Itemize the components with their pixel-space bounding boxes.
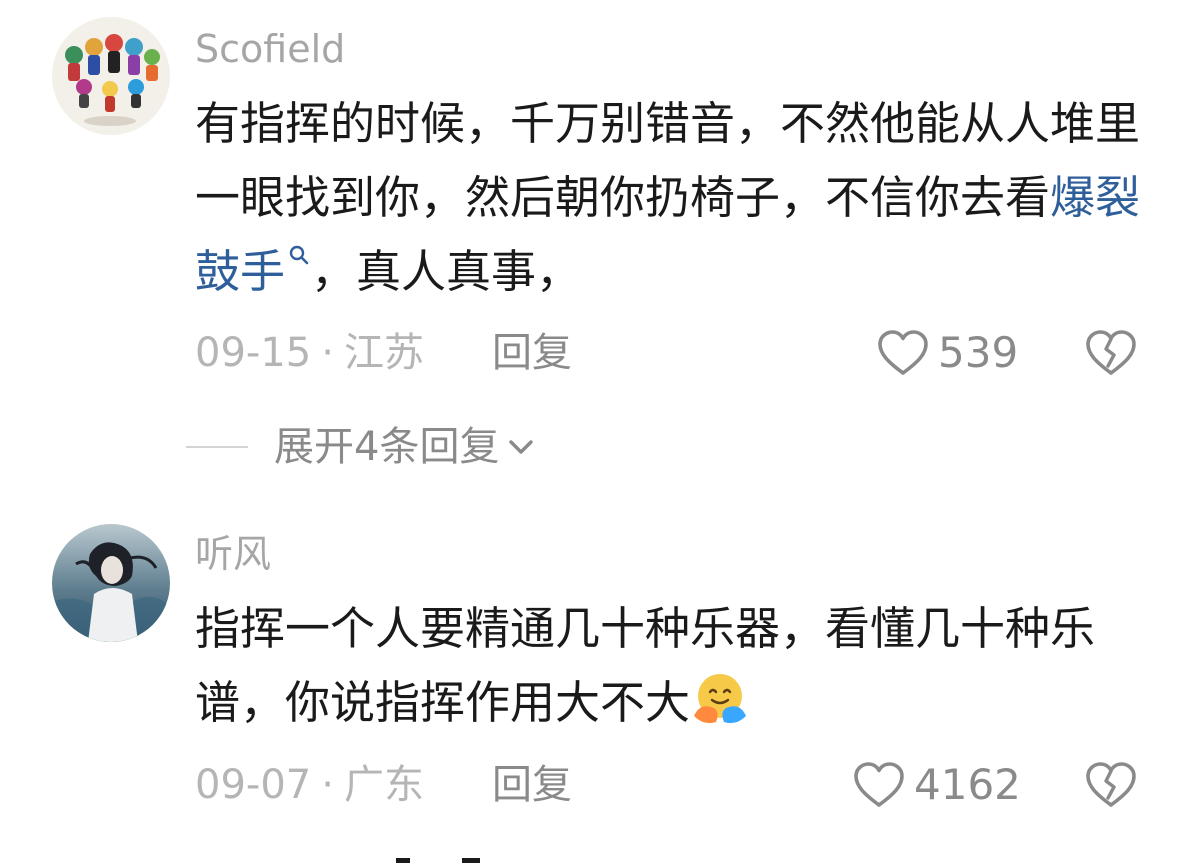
like-button[interactable]: 539: [876, 328, 1018, 378]
reply-button[interactable]: 回复: [492, 333, 572, 373]
expand-replies-button[interactable]: 展开4条回复: [186, 425, 535, 469]
search-icon: [289, 245, 309, 265]
comment-item: Scofield 有指挥的时候，千万别错音，不然他能从人堆里一眼找到你，然后朝你…: [0, 0, 1200, 420]
hugging-face-emoji: [694, 674, 747, 724]
broken-heart-icon: [1086, 762, 1136, 807]
expand-replies-label[interactable]: 展开4条回复: [274, 427, 499, 467]
comment-location: 江苏: [343, 330, 424, 376]
heart-icon: [854, 762, 904, 807]
divider-line: [186, 446, 248, 448]
like-count: 4162: [914, 760, 1021, 809]
comment-text: 有指挥的时候，千万别错音，不然他能从人堆里一眼找到你，然后朝你扔椅子，不信你去看…: [195, 87, 1155, 309]
comment-meta: 09-15 · 江苏: [195, 333, 424, 373]
next-comment-peek: [0, 848, 1200, 863]
chevron-down-icon: [509, 440, 534, 454]
comment-text-part: 指挥一个人要精通几十种乐器，看懂几十种乐谱，你说指挥作用大不大: [195, 602, 1096, 729]
reply-button[interactable]: 回复: [492, 765, 572, 805]
comment-text: 指挥一个人要精通几十种乐器，看懂几十种乐谱，你说指挥作用大不大: [195, 592, 1155, 740]
meta-separator: ·: [321, 330, 334, 376]
like-button[interactable]: 4162: [852, 760, 1021, 810]
comment-meta: 09-07 · 广东: [195, 765, 424, 805]
broken-heart-icon: [1086, 330, 1136, 375]
username[interactable]: 听风: [195, 535, 271, 573]
username[interactable]: Scofield: [195, 30, 345, 68]
comment-date: 09-07: [195, 762, 312, 808]
comment-item: 听风 指挥一个人要精通几十种乐器，看懂几十种乐谱，你说指挥作用大不大 09-07…: [0, 500, 1200, 840]
dislike-button[interactable]: [1084, 760, 1138, 814]
meta-separator: ·: [321, 762, 334, 808]
heart-icon: [878, 330, 928, 375]
comment-location: 广东: [343, 762, 424, 808]
dislike-button[interactable]: [1084, 328, 1138, 382]
comment-text-part: ，真人真事，: [311, 245, 582, 298]
avatar[interactable]: [52, 17, 170, 135]
comment-date: 09-15: [195, 330, 312, 376]
like-count: 539: [938, 328, 1019, 377]
avatar[interactable]: [52, 524, 170, 642]
comment-text-part: 有指挥的时候，千万别错音，不然他能从人堆里一眼找到你，然后朝你扔椅子，不信你去看: [195, 97, 1141, 224]
